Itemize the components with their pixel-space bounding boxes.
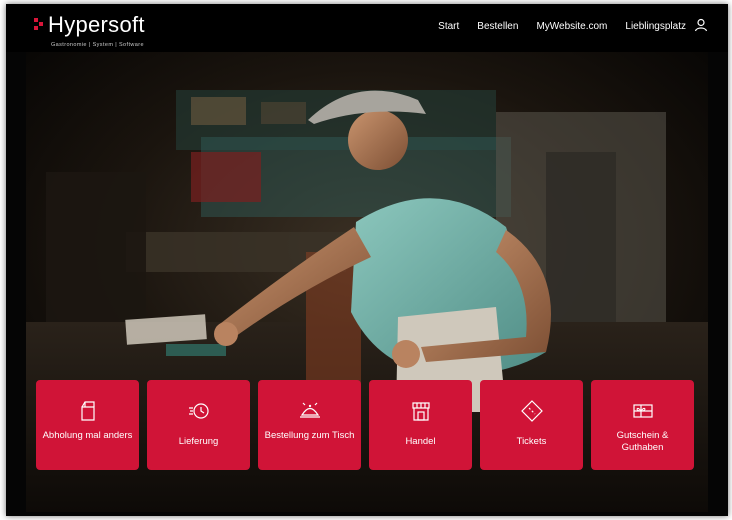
delivery-clock-icon — [188, 403, 209, 419]
nav-item-lieblingsplatz[interactable]: Lieblingsplatz — [625, 21, 686, 32]
nav-item-mywebsite[interactable]: MyWebsite.com — [536, 21, 607, 32]
tile-label: Handel — [405, 436, 436, 447]
brand-tagline: Gastronomie | System | Software — [51, 42, 144, 48]
service-tiles: Abholung mal anders Lieferung Bestellung… — [36, 380, 694, 470]
tile-label: Abholung mal anders — [42, 430, 133, 441]
nav-item-start[interactable]: Start — [438, 21, 459, 32]
tile-lieferung[interactable]: Lieferung — [147, 380, 250, 470]
bag-icon — [80, 401, 95, 421]
tile-bestellung-tisch[interactable]: Bestellung zum Tisch — [258, 380, 361, 470]
main-nav: Start Bestellen MyWebsite.com Lieblingsp… — [438, 21, 686, 32]
user-icon[interactable] — [694, 18, 708, 32]
app-window: Hypersoft Gastronomie | System | Softwar… — [6, 4, 728, 516]
top-navigation-bar: Hypersoft Gastronomie | System | Softwar… — [6, 4, 728, 52]
brand-logo[interactable]: Hypersoft Gastronomie | System | Softwar… — [32, 10, 172, 50]
gift-card-icon — [632, 404, 653, 418]
nav-item-bestellen[interactable]: Bestellen — [477, 21, 518, 32]
brand-name: Hypersoft — [48, 12, 145, 37]
ticket-icon — [520, 400, 543, 422]
tile-tickets[interactable]: Tickets — [480, 380, 583, 470]
tile-label: Gutschein & Guthaben — [616, 430, 669, 453]
tile-label: Tickets — [516, 436, 547, 447]
shop-icon — [411, 402, 430, 421]
tile-label: Lieferung — [178, 436, 219, 447]
logo-mark-icon — [34, 18, 44, 32]
cloche-icon — [299, 402, 320, 418]
tile-gutschein[interactable]: Gutschein & Guthaben — [591, 380, 694, 470]
tile-abholung[interactable]: Abholung mal anders — [36, 380, 139, 470]
tile-label: Bestellung zum Tisch — [264, 430, 355, 441]
tile-handel[interactable]: Handel — [369, 380, 472, 470]
